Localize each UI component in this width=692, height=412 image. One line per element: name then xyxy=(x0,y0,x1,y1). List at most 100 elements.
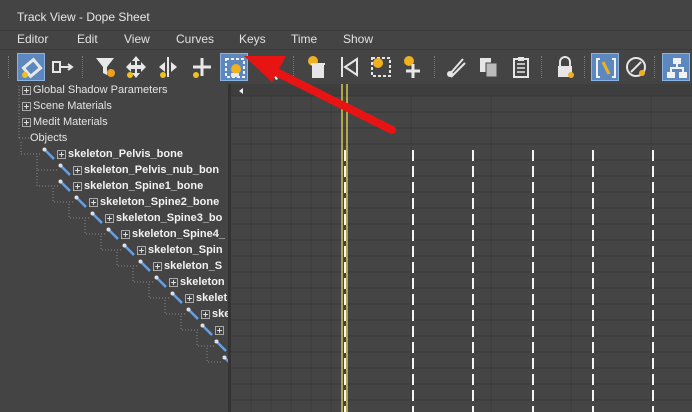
reverse-time-button[interactable] xyxy=(335,53,363,81)
menu-curves[interactable]: Curves xyxy=(176,32,214,46)
expand-toggle-icon[interactable] xyxy=(121,229,130,239)
add-keys-button[interactable] xyxy=(188,53,216,81)
snap-frames-icon xyxy=(596,58,616,78)
toolbar-grip xyxy=(8,56,10,78)
dope-sheet-key-window[interactable] xyxy=(231,84,692,412)
tree-item-label: Medit Materials xyxy=(33,116,108,128)
select-time-button[interactable] xyxy=(220,53,248,81)
tree-bone-item[interactable] xyxy=(214,338,228,354)
move-keys-button[interactable] xyxy=(122,53,150,81)
tree-category-item[interactable]: Global Shadow Parameters xyxy=(22,84,168,98)
expand-toggle-icon[interactable] xyxy=(185,293,194,303)
expand-toggle-icon[interactable] xyxy=(22,117,31,127)
menu-show[interactable]: Show xyxy=(343,32,373,46)
tree-category-item[interactable]: Objects xyxy=(30,130,67,146)
tree-bone-item[interactable]: skeleton_Spin xyxy=(122,242,223,258)
select-keys-by-time-icon xyxy=(261,57,280,80)
toolbar-separator xyxy=(293,56,295,78)
tree-item-label: skeleton_Spine1_bone xyxy=(84,180,204,192)
filter-funnel-icon xyxy=(96,58,115,77)
toolbar-separator xyxy=(541,56,543,78)
track-bar-row xyxy=(231,84,692,96)
expand-toggle-icon[interactable] xyxy=(22,101,31,111)
copy-icon xyxy=(480,58,498,78)
tree-bone-item[interactable]: skeleton_Spine3_bo xyxy=(90,210,222,226)
tree-bone-item[interactable]: ske xyxy=(186,306,228,322)
tree-item-label: Scene Materials xyxy=(33,100,112,112)
scale-time-button[interactable] xyxy=(367,53,395,81)
tree-item-label: skeleton_Spin xyxy=(148,244,223,256)
paste-icon xyxy=(513,57,529,78)
bone-icon xyxy=(138,259,151,272)
bone-icon xyxy=(90,211,103,224)
filter-button[interactable] xyxy=(17,53,45,81)
expand-toggle-icon[interactable] xyxy=(153,261,162,271)
bone-icon xyxy=(170,291,183,304)
expand-toggle-icon[interactable] xyxy=(215,325,224,335)
tree-bone-item[interactable]: skeleton xyxy=(154,274,225,290)
tree-item-label: skeleton_S xyxy=(164,260,223,272)
toolbar-separator xyxy=(434,56,436,78)
tree-category-item[interactable]: Medit Materials xyxy=(22,114,108,130)
bone-icon xyxy=(74,195,87,208)
show-keyable-icons-icon xyxy=(626,57,646,77)
menu-editor[interactable]: Editor xyxy=(17,32,48,46)
tree-bone-item[interactable]: skeleton_Spine4_ xyxy=(106,226,225,242)
show-keyable-icons-button[interactable] xyxy=(622,53,650,81)
select-keys-by-time-button[interactable] xyxy=(256,53,284,81)
hierarchy-button[interactable] xyxy=(662,53,690,81)
tree-bone-item[interactable]: skeleton_Spine1_bone xyxy=(58,178,203,194)
tree-bone-item[interactable]: skelet xyxy=(170,290,227,306)
delete-time-icon xyxy=(308,56,325,78)
tree-bone-item[interactable]: skeleton_Pelvis_bone xyxy=(42,146,183,162)
expand-toggle-icon[interactable] xyxy=(73,181,82,191)
tree-bone-item[interactable] xyxy=(200,322,226,338)
menu-keys[interactable]: Keys xyxy=(239,32,266,46)
bone-icon xyxy=(106,227,119,240)
scale-time-icon xyxy=(371,57,391,77)
bone-icon xyxy=(200,323,213,336)
key-window-background xyxy=(231,84,692,412)
expand-toggle-icon[interactable] xyxy=(201,309,210,319)
bone-icon xyxy=(58,179,71,192)
expand-toggle-icon[interactable] xyxy=(22,85,31,95)
expand-toggle-icon[interactable] xyxy=(169,277,178,287)
expand-toggle-icon[interactable] xyxy=(57,149,66,159)
copy-button[interactable] xyxy=(475,53,503,81)
menu-bar: Editor Edit View Curves Keys Time Show xyxy=(0,31,692,49)
bone-icon xyxy=(42,147,55,160)
move-keys-icon xyxy=(126,56,146,78)
menu-edit[interactable]: Edit xyxy=(77,32,98,46)
toolbar-separator xyxy=(82,56,84,78)
lock-selection-icon xyxy=(558,56,574,78)
title-bar: Track View - Dope Sheet xyxy=(0,0,692,30)
slide-keys-button[interactable] xyxy=(155,53,183,81)
filter-funnel-button[interactable] xyxy=(92,53,120,81)
toolbar-separator xyxy=(584,56,586,78)
edit-ranges-button[interactable] xyxy=(49,53,77,81)
tree-item-label: skeleton_Spine4_ xyxy=(132,228,225,240)
tree-bone-item[interactable]: skeleton_S xyxy=(138,258,222,274)
lock-selection-button[interactable] xyxy=(551,53,579,81)
expand-toggle-icon[interactable] xyxy=(89,197,98,207)
menu-view[interactable]: View xyxy=(124,32,150,46)
controller-tree: Global Shadow Parameters Scene Materials M… xyxy=(0,84,228,412)
filter-icon xyxy=(21,57,43,79)
tree-category-item[interactable]: Scene Materials xyxy=(22,98,112,114)
bone-icon xyxy=(214,339,227,352)
snap-frames-button[interactable] xyxy=(591,53,619,81)
menu-time[interactable]: Time xyxy=(291,32,317,46)
toolbar xyxy=(0,49,692,84)
tree-item-label: ske xyxy=(212,308,228,320)
paste-button[interactable] xyxy=(507,53,535,81)
expand-toggle-icon[interactable] xyxy=(73,165,82,175)
tree-bone-item[interactable]: skeleton_Spine2_bone xyxy=(74,194,219,210)
cut-button[interactable] xyxy=(443,53,471,81)
window-title: Track View - Dope Sheet xyxy=(17,10,150,24)
tree-bone-item[interactable]: skeleton_Pelvis_nub_bon xyxy=(58,162,219,178)
insert-time-button[interactable] xyxy=(399,53,427,81)
delete-time-button[interactable] xyxy=(303,53,331,81)
expand-toggle-icon[interactable] xyxy=(137,245,146,255)
expand-toggle-icon[interactable] xyxy=(105,213,114,223)
reverse-time-icon xyxy=(341,57,358,77)
